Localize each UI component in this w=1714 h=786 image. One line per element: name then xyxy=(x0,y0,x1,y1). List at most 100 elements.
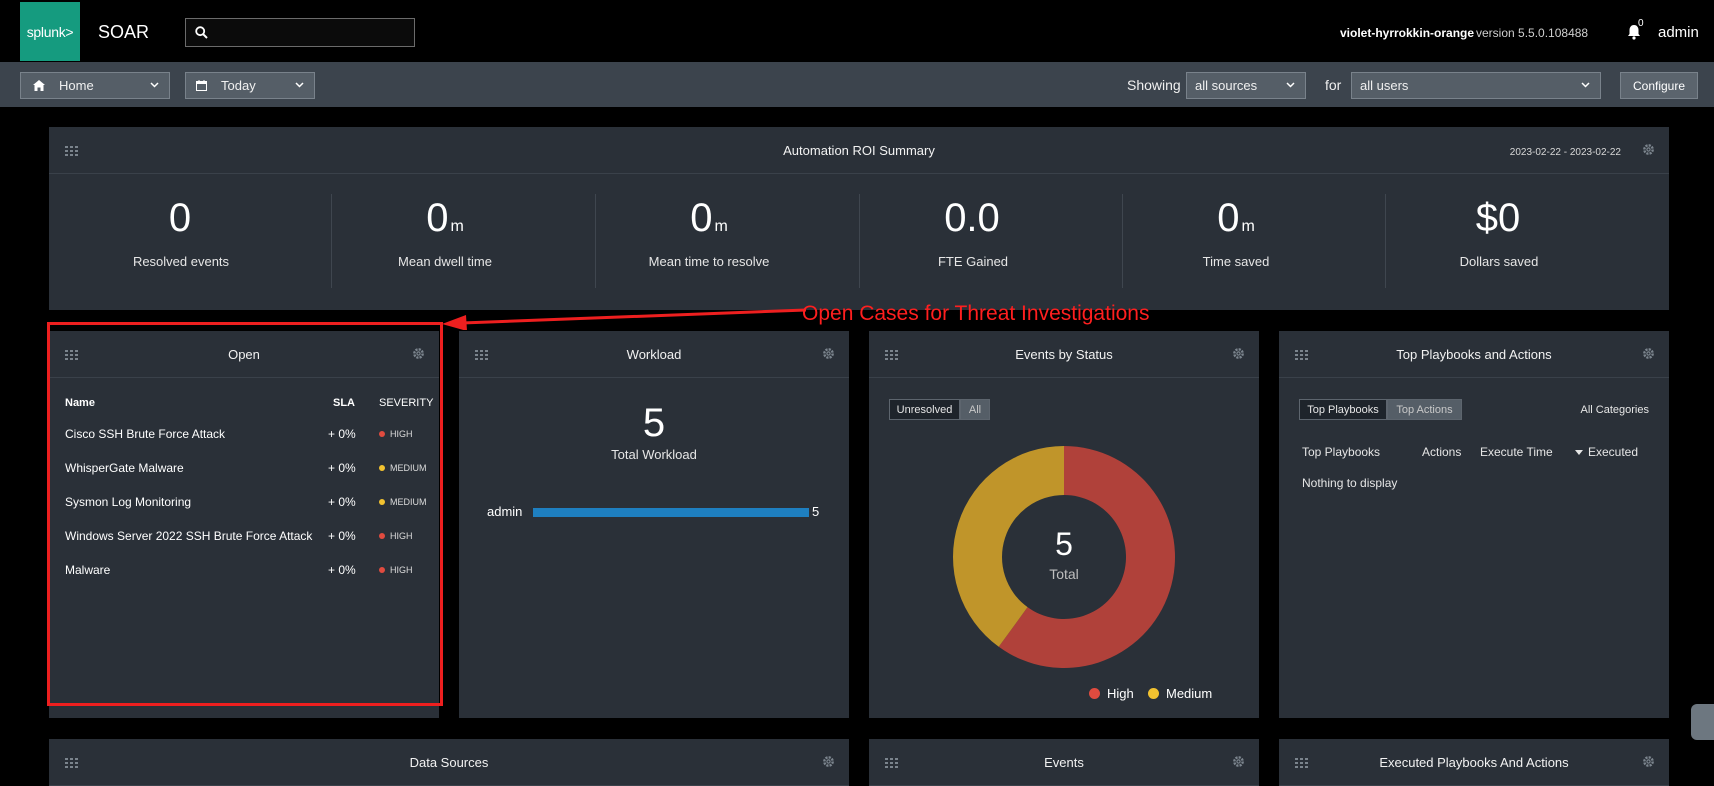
top-playbooks-title: Top Playbooks and Actions xyxy=(1396,347,1552,362)
search-input[interactable] xyxy=(185,18,415,47)
notification-count: 0 xyxy=(1638,18,1644,29)
users-value: all users xyxy=(1360,78,1409,93)
home-dropdown[interactable]: Home xyxy=(20,72,170,99)
side-help-widget[interactable] xyxy=(1691,704,1714,740)
panel-header: Automation ROI Summary 2023-02-22 - 2023… xyxy=(49,127,1669,174)
roi-date-range: 2023-02-22 - 2023-02-22 xyxy=(1509,147,1621,158)
legend-item-high[interactable]: High xyxy=(1089,686,1134,701)
gear-icon[interactable] xyxy=(1232,755,1245,768)
legend-label: High xyxy=(1107,686,1134,701)
gear-icon[interactable] xyxy=(1642,347,1655,360)
metric-fte-gained: 0.0 FTE Gained xyxy=(841,195,1105,287)
roi-title: Automation ROI Summary xyxy=(783,143,935,158)
chevron-down-icon xyxy=(1286,82,1295,88)
workload-title: Workload xyxy=(626,347,682,362)
panel-header: Top Playbooks and Actions xyxy=(1279,331,1669,378)
metric-value: 0 xyxy=(426,196,449,240)
annotation-arrow xyxy=(442,308,806,330)
toggle-all[interactable]: All xyxy=(960,399,990,420)
executed-label: Executed xyxy=(1588,445,1639,459)
version-label: version 5.5.0.108488 xyxy=(1476,26,1589,40)
executed-playbooks-panel: Executed Playbooks And Actions xyxy=(1279,739,1669,786)
events-by-status-panel: Events by Status Unresolved All 5 Total … xyxy=(869,331,1259,718)
legend-label: Medium xyxy=(1166,686,1213,701)
app-title: SOAR xyxy=(98,22,150,42)
data-sources-panel: Data Sources xyxy=(49,739,849,786)
legend-item-medium[interactable]: Medium xyxy=(1148,686,1212,701)
metric-label: Dollars saved xyxy=(1459,254,1539,269)
annotation-text: Open Cases for Threat Investigations xyxy=(802,302,1150,325)
metric-dollars-saved: $0 Dollars saved xyxy=(1367,195,1631,287)
gear-icon[interactable] xyxy=(1642,755,1655,768)
column-header-executed[interactable]: Executed xyxy=(1575,445,1638,459)
annotation-highlight-box xyxy=(47,322,443,706)
metric-value: $0 xyxy=(1475,196,1521,240)
data-sources-title: Data Sources xyxy=(409,755,489,770)
for-label: for xyxy=(1325,77,1342,93)
workload-bar[interactable] xyxy=(533,508,809,517)
calendar-icon xyxy=(196,80,207,91)
legend-swatch xyxy=(1089,688,1100,699)
events-status-title: Events by Status xyxy=(1015,347,1113,362)
workload-panel: Workload 5 Total Workload admin 5 xyxy=(459,331,849,718)
showing-label: Showing xyxy=(1127,77,1181,93)
user-menu[interactable]: admin xyxy=(1658,24,1699,41)
date-range-dropdown[interactable]: Today xyxy=(185,72,315,99)
workload-bar-value: 5 xyxy=(812,504,820,519)
panel-header: Workload xyxy=(459,331,849,378)
gear-icon[interactable] xyxy=(822,755,835,768)
panel-header: Data Sources xyxy=(49,739,849,786)
legend-swatch xyxy=(1148,688,1159,699)
donut-total-label: Total xyxy=(1049,566,1079,582)
chevron-down-icon xyxy=(1581,82,1590,88)
metric-label: Resolved events xyxy=(132,254,230,269)
configure-button[interactable]: Configure xyxy=(1620,72,1698,99)
users-dropdown[interactable]: all users xyxy=(1351,72,1601,99)
metric-unit: m xyxy=(714,218,728,235)
metric-unit: m xyxy=(1241,218,1255,235)
chevron-down-icon xyxy=(295,82,304,88)
splunk-logo[interactable]: splunk> xyxy=(20,2,80,61)
gear-icon[interactable] xyxy=(1642,143,1655,156)
events-title: Events xyxy=(1044,755,1084,770)
column-header-playbooks[interactable]: Top Playbooks xyxy=(1302,445,1380,459)
panel-header: Events xyxy=(869,739,1259,786)
metric-label: Mean dwell time xyxy=(398,254,492,269)
metric-label: Mean time to resolve xyxy=(648,254,770,269)
metric-resolved-events: 0 Resolved events xyxy=(49,195,313,287)
top-playbooks-panel: Top Playbooks and Actions Top Playbooks … xyxy=(1279,331,1669,718)
gear-icon[interactable] xyxy=(1232,347,1245,360)
date-label: Today xyxy=(221,78,256,93)
column-header-actions[interactable]: Actions xyxy=(1422,445,1461,459)
panel-header: Events by Status xyxy=(869,331,1259,378)
metric-label: FTE Gained xyxy=(937,254,1009,269)
category-filter[interactable]: All Categories xyxy=(1581,404,1649,416)
column-header-execute-time[interactable]: Execute Time xyxy=(1480,445,1553,459)
executed-title: Executed Playbooks And Actions xyxy=(1379,755,1569,770)
metric-mean-time-to-resolve: 0m Mean time to resolve xyxy=(577,195,841,287)
empty-message: Nothing to display xyxy=(1302,476,1398,490)
metric-time-saved: 0m Time saved xyxy=(1104,195,1368,287)
hostname: violet-hyrrokkin-orange xyxy=(1340,26,1475,40)
gear-icon[interactable] xyxy=(822,347,835,360)
metric-value: 0 xyxy=(168,196,192,240)
roi-summary-panel: Automation ROI Summary 2023-02-22 - 2023… xyxy=(49,127,1669,310)
metric-value: 0 xyxy=(1217,196,1240,240)
home-icon xyxy=(33,80,45,91)
panel-header: Executed Playbooks And Actions xyxy=(1279,739,1669,786)
metric-mean-dwell-time: 0m Mean dwell time xyxy=(313,195,577,287)
chevron-down-icon xyxy=(150,82,159,88)
sources-value: all sources xyxy=(1195,78,1258,93)
sources-dropdown[interactable]: all sources xyxy=(1186,72,1306,99)
tab-top-actions[interactable]: Top Actions xyxy=(1387,399,1462,420)
metric-label: Time saved xyxy=(1202,254,1270,269)
metric-value: 0.0 xyxy=(944,196,1000,240)
tab-top-playbooks[interactable]: Top Playbooks xyxy=(1299,399,1387,420)
search-icon xyxy=(195,26,208,39)
donut-total-value: 5 xyxy=(1055,526,1073,562)
toggle-unresolved[interactable]: Unresolved xyxy=(889,399,960,420)
metric-value: 0 xyxy=(690,196,713,240)
total-workload-label: Total Workload xyxy=(611,447,697,462)
events-panel: Events xyxy=(869,739,1259,786)
total-workload-value: 5 xyxy=(642,401,666,445)
